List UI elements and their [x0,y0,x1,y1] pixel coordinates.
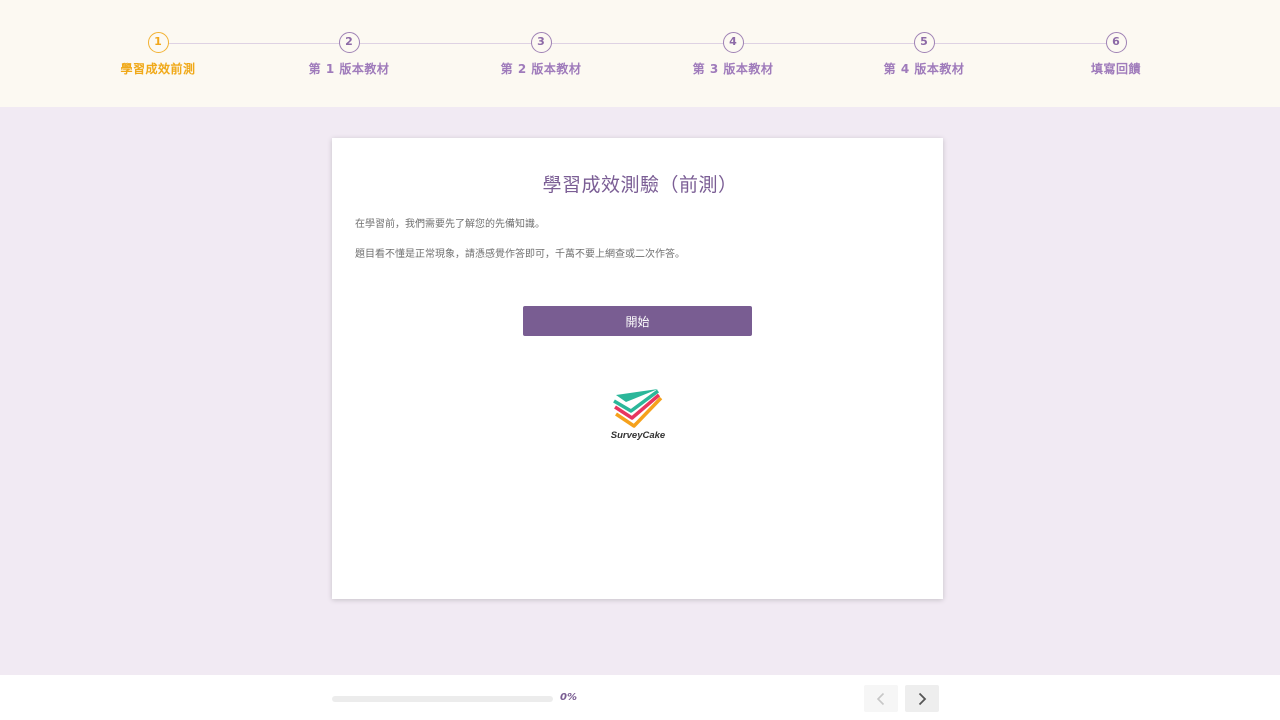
survey-card [332,138,943,599]
step-6-number: 6 [1105,32,1127,53]
previous-page-button[interactable] [864,685,898,712]
step-2-label: 第 1 版本教材 [308,62,390,76]
chevron-right-icon [918,692,927,705]
page-title: 學習成效測驗（前測） [542,174,738,196]
footer-bar: 0% [0,675,1280,720]
step-4-number: 4 [722,32,744,53]
step-5-number: 5 [913,32,935,53]
step-3-number: 3 [530,32,552,53]
step-6: 6 填寫回饋 [1046,32,1186,77]
surveycake-logo-icon [613,389,663,428]
step-4: 4 第 3 版本教材 [663,32,803,77]
step-4-label: 第 3 版本教材 [692,62,774,76]
progress-stepper: 1 學習成效前測 2 第 1 版本教材 3 第 2 版本教材 4 第 3 版本教… [0,0,1280,107]
surveycake-logo-text: SurveyCake [610,430,666,441]
step-2: 2 第 1 版本教材 [279,32,419,77]
start-button[interactable]: 開始 [523,306,752,336]
progress-bar [332,696,553,702]
progress-percent: 0% [560,692,577,703]
step-5-label: 第 4 版本教材 [883,62,965,76]
step-5: 5 第 4 版本教材 [854,32,994,77]
step-1-number: 1 [147,32,169,53]
chevron-left-icon [876,692,885,705]
step-1-label: 學習成效前測 [120,62,196,76]
step-1: 1 學習成效前測 [88,32,228,77]
next-page-button[interactable] [905,685,939,712]
step-6-label: 填寫回饋 [1090,62,1141,76]
step-3: 3 第 2 版本教材 [471,32,611,77]
surveycake-logo: SurveyCake [598,386,678,448]
intro-paragraph-2: 題目看不懂是正常現象，請憑感覺作答即可，千萬不要上網查或二次作答。 [355,249,685,260]
step-2-number: 2 [338,32,360,53]
step-3-label: 第 2 版本教材 [500,62,582,76]
intro-paragraph-1: 在學習前，我們需要先了解您的先備知識。 [355,219,545,230]
